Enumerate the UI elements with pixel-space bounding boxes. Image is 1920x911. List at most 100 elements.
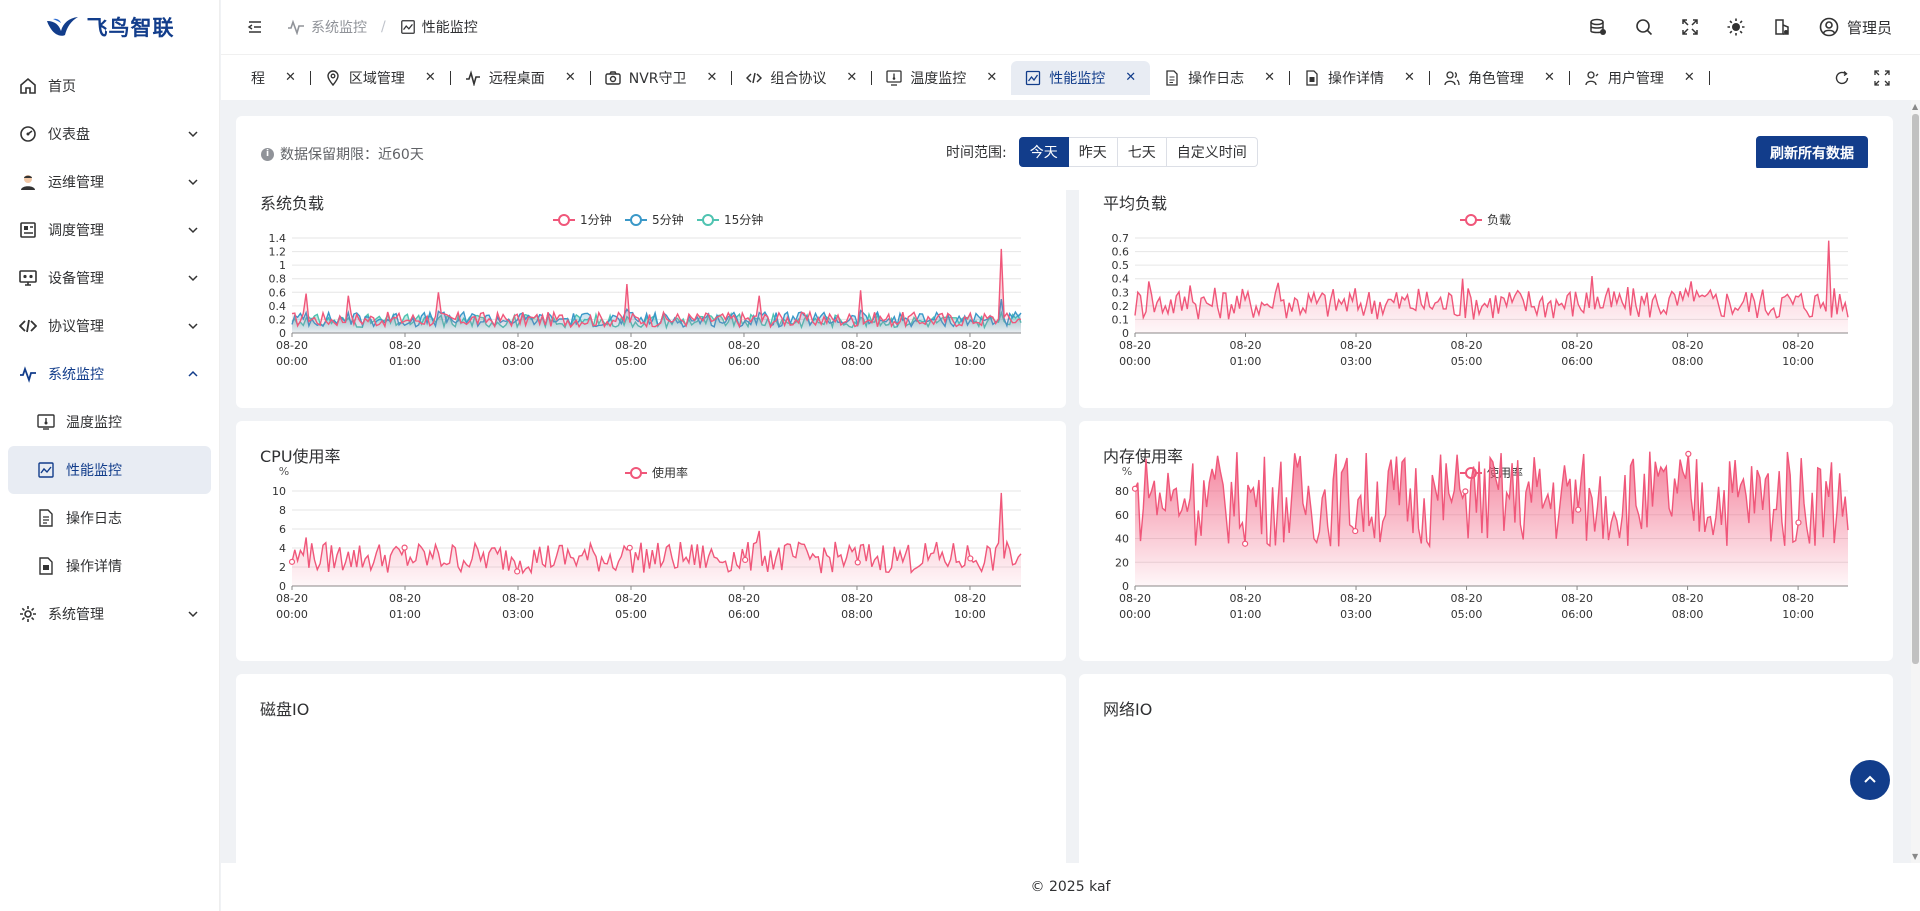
legend-item[interactable]: 1分钟 [553, 212, 612, 227]
sidebar-item-system[interactable]: 系统管理 [0, 590, 219, 638]
dashboard-icon [18, 124, 38, 144]
scroll-up-icon[interactable]: ▲ [1912, 102, 1918, 111]
x-tick-label: 03:00 [502, 355, 534, 368]
x-tick-label: 08-20 [276, 339, 308, 352]
tab-combo-protocol[interactable]: 组合协议 ✕ [732, 61, 871, 95]
sidebar-item-label: 调度管理 [48, 223, 104, 239]
data-point[interactable] [742, 556, 749, 564]
series-line[interactable] [291, 248, 1022, 329]
data-point[interactable] [854, 559, 861, 566]
tab-nvr[interactable]: NVR守卫 ✕ [591, 61, 732, 95]
close-icon[interactable]: ✕ [565, 70, 576, 85]
close-icon[interactable]: ✕ [285, 70, 296, 85]
data-point[interactable] [401, 544, 408, 551]
vertical-scrollbar[interactable]: ▲ ▼ [1911, 100, 1920, 863]
sidebar-item-performance[interactable]: 性能监控 [8, 446, 211, 494]
tab-performance[interactable]: 性能监控 ✕ [1011, 60, 1151, 95]
sidebar-item-dashboard[interactable]: 仪表盘 [0, 110, 219, 158]
close-icon[interactable]: ✕ [425, 70, 436, 85]
data-point[interactable] [288, 558, 296, 565]
data-point[interactable] [1575, 506, 1582, 513]
chevron-down-icon [188, 179, 198, 186]
back-to-top-button[interactable] [1850, 760, 1890, 800]
legend-item[interactable]: 15分钟 [697, 212, 763, 227]
data-point[interactable] [1795, 519, 1802, 526]
chart-icon [36, 460, 56, 480]
x-tick-label: 08-20 [1561, 592, 1593, 605]
sidebar-item-home[interactable]: 首页 [0, 62, 219, 110]
sidebar-item-temperature[interactable]: 温度监控 [0, 398, 219, 446]
y-axis-unit: % [279, 465, 289, 478]
user-avatar-icon [1819, 17, 1839, 37]
close-icon[interactable]: ✕ [707, 70, 718, 85]
sidebar-item-opdetail[interactable]: 操作详情 [0, 542, 219, 590]
scrollbar-thumb[interactable] [1912, 114, 1919, 664]
sidebar-item-label: 首页 [48, 79, 76, 95]
breadcrumb-current: 性能监控 [421, 20, 478, 36]
data-point[interactable] [626, 544, 633, 551]
close-icon[interactable]: ✕ [846, 70, 857, 85]
pulse-icon [18, 364, 38, 384]
maximize-icon[interactable] [1874, 69, 1890, 86]
legend-item[interactable]: 负载 [1460, 213, 1511, 227]
x-tick-label: 00:00 [1119, 608, 1151, 621]
refresh-icon[interactable] [1834, 70, 1850, 86]
x-tick-label: 08-20 [1340, 339, 1372, 352]
close-icon[interactable]: ✕ [1264, 70, 1275, 85]
tab-roles[interactable]: 角色管理 ✕ [1430, 61, 1569, 95]
x-tick-label: 01:00 [1230, 608, 1262, 621]
sidebar-item-label: 性能监控 [66, 463, 122, 479]
tab-area[interactable]: 区域管理 ✕ [311, 61, 450, 95]
tab-opdetail[interactable]: 操作详情 ✕ [1290, 61, 1429, 95]
search-icon[interactable] [1635, 18, 1653, 36]
data-point[interactable] [967, 555, 974, 562]
data-point[interactable] [514, 568, 521, 575]
app-logo[interactable]: 飞鸟智联 [0, 0, 219, 54]
sidebar-item-schedule[interactable]: 调度管理 [0, 206, 219, 254]
sidebar-item-ops[interactable]: 运维管理 [0, 158, 219, 206]
data-point[interactable] [1352, 527, 1359, 535]
sidebar: 飞鸟智联 首页 仪表盘 运维管理 调度管理 设备管理 协议管理 系统监控 温度监… [0, 0, 220, 911]
x-tick-label: 06:00 [1561, 608, 1593, 621]
sidebar-menu: 首页 仪表盘 运维管理 调度管理 设备管理 协议管理 系统监控 温度监控 性能监… [0, 62, 219, 638]
sidebar-item-monitor[interactable]: 系统监控 [0, 350, 219, 398]
close-icon[interactable]: ✕ [1544, 70, 1555, 85]
theme-sun-icon[interactable] [1727, 18, 1745, 36]
x-tick-label: 08-20 [1782, 592, 1814, 605]
document-icon [1166, 69, 1178, 86]
legend-item[interactable]: 5分钟 [625, 212, 684, 227]
tab-users[interactable]: 用户管理 ✕ [1570, 61, 1709, 95]
pulse-icon [288, 19, 304, 35]
sidebar-item-oplog[interactable]: 操作日志 [0, 494, 219, 542]
language-icon[interactable] [1773, 18, 1791, 36]
data-point[interactable] [1242, 540, 1249, 547]
close-icon[interactable]: ✕ [986, 70, 997, 85]
close-icon[interactable]: ✕ [1684, 70, 1695, 85]
scroll-down-icon[interactable]: ▼ [1912, 852, 1918, 861]
x-tick-label: 08-20 [502, 339, 534, 352]
tab-truncated[interactable]: 程 ✕ [237, 61, 310, 95]
user-menu[interactable]: 管理员 [1819, 17, 1892, 38]
home-icon [18, 76, 38, 96]
x-tick-label: 05:00 [615, 608, 647, 621]
close-icon[interactable]: ✕ [1404, 70, 1415, 85]
data-point[interactable] [1685, 450, 1692, 457]
data-point[interactable] [1462, 488, 1469, 495]
legend-item[interactable]: 使用率 [625, 465, 688, 480]
sidebar-item-device[interactable]: 设备管理 [0, 254, 219, 302]
y-axis-unit: % [1122, 465, 1132, 478]
y-tick-label: 1 [279, 259, 286, 272]
collapse-menu-icon[interactable] [247, 19, 263, 35]
tab-oplog[interactable]: 操作日志 ✕ [1150, 61, 1289, 95]
sidebar-item-protocol[interactable]: 协议管理 [0, 302, 219, 350]
data-point[interactable] [1131, 485, 1139, 492]
fullscreen-icon[interactable] [1681, 18, 1699, 36]
tab-label: 远程桌面 [488, 70, 545, 87]
close-icon[interactable]: ✕ [1125, 70, 1136, 85]
breadcrumb-parent[interactable]: 系统监控 [311, 17, 367, 37]
tab-temperature[interactable]: 温度监控 ✕ [872, 61, 1011, 95]
x-tick-label: 08-20 [954, 592, 986, 605]
tab-remote-desktop[interactable]: 远程桌面 ✕ [451, 61, 590, 95]
y-tick-label: 10 [272, 485, 286, 498]
database-icon[interactable] [1589, 18, 1607, 36]
